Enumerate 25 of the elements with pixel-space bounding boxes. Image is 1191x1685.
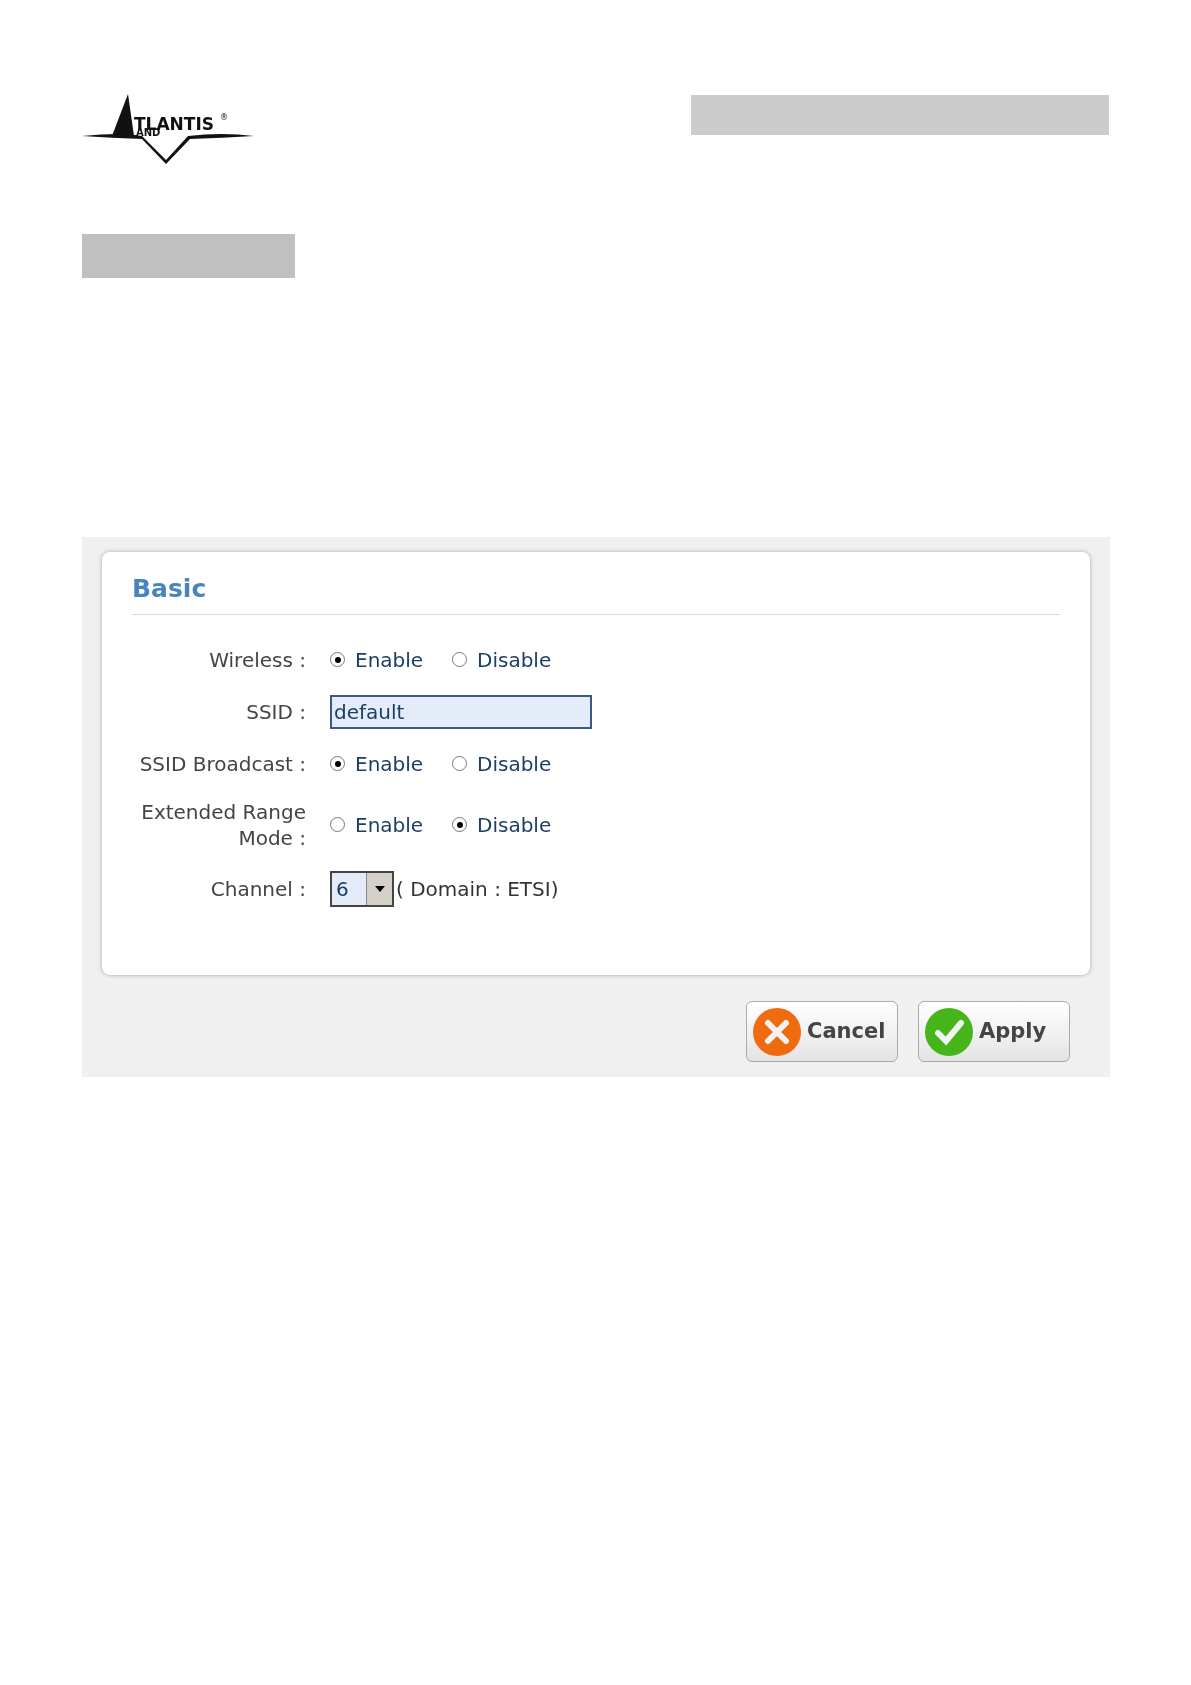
radio-option[interactable]: Disable [452,748,574,779]
radio-option[interactable]: Enable [330,748,452,779]
panel-title: Basic [132,570,1060,615]
field-label: Channel : [209,875,307,902]
check-icon [925,1007,973,1056]
radio-button[interactable] [330,817,345,832]
radio-button[interactable] [452,652,467,667]
apply-button[interactable]: Apply [918,1001,1070,1062]
domain-note: ( Domain : ETSI) [396,875,559,903]
radio-button[interactable] [452,756,467,771]
field-label: Wireless : [208,646,307,673]
channel-select[interactable]: 6 [330,870,394,907]
radio-option[interactable]: Enable [330,809,452,840]
field-label: SSID Broadcast : [138,750,307,777]
ssid-field[interactable]: default [330,694,592,729]
close-icon [753,1007,801,1056]
radio-button[interactable] [452,817,467,832]
cancel-button[interactable]: Cancel [746,1001,898,1062]
field-label: SSID : [245,698,307,725]
radio-option[interactable]: Disable [452,644,574,675]
radio-option[interactable]: Enable [330,644,452,675]
radio-button[interactable] [330,652,345,667]
radio-option[interactable]: Disable [452,809,574,840]
field-label: Extended Range Mode : [140,798,307,851]
radio-button[interactable] [330,756,345,771]
